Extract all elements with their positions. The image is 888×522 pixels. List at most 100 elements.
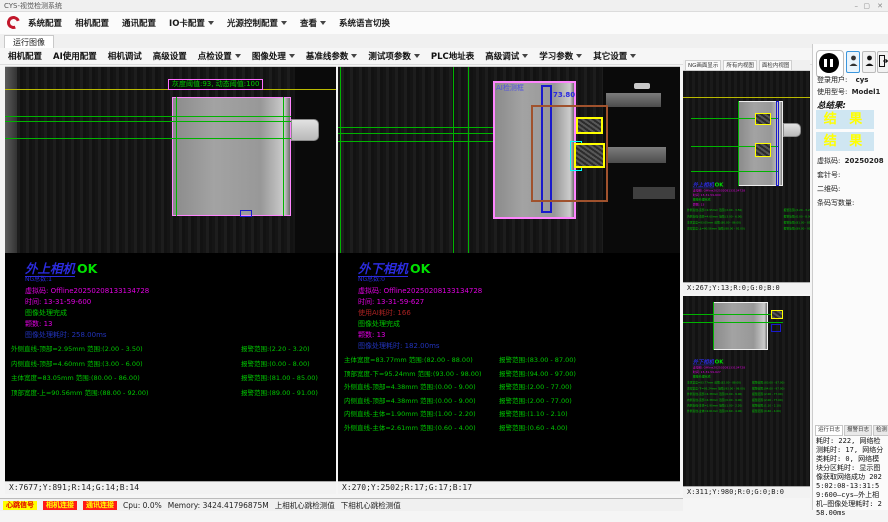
- lower-camera-image: AI检测框 73.80: [338, 66, 680, 253]
- elapsed-line: 图像处理耗时: 258.00ms: [25, 332, 333, 339]
- ai-detect-box: [755, 143, 771, 157]
- time-line: 时间: 13-31-59-627: [358, 299, 666, 306]
- measure-line: [468, 67, 469, 253]
- thumbnail-upper-camera[interactable]: 外上相机OK 虚拟码: Offline20250208133134728 时间:…: [683, 71, 810, 282]
- menu-view[interactable]: 查看: [300, 17, 326, 29]
- title-bar: CYS-视觉检测系统 – ▢ ✕: [0, 0, 888, 12]
- menu-bar: 系统配置 相机配置 通讯配置 IO卡配置 光源控制配置 查看 系统语言切换: [0, 12, 888, 35]
- menu-system-config[interactable]: 系统配置: [28, 17, 62, 29]
- exit-door-icon: [879, 55, 888, 67]
- close-icon[interactable]: ✕: [877, 0, 883, 12]
- model-value: Model1: [852, 88, 881, 96]
- operator-login-button[interactable]: [846, 51, 860, 73]
- process-done-line: 图像处理完成: [358, 321, 666, 328]
- login-user-value: cys: [856, 76, 869, 84]
- tool-test-params[interactable]: 测试项参数: [368, 50, 420, 62]
- thumb-tab-all-views[interactable]: 所有内视图: [723, 60, 757, 70]
- upper-heartbeat-check: 上相机心跳检测值: [275, 500, 335, 511]
- thumb-result-mini: 外上相机OK 虚拟码: Offline20250208133134728 时间:…: [687, 181, 810, 234]
- thumb-result-mini: 外下相机OK 虚拟码: Offline20250208133134728 时间:…: [687, 358, 810, 416]
- thumb-tab-ng-display[interactable]: NG画面显示: [685, 60, 721, 70]
- measurement-row: 主体宽度=83.77mm 范围:(82.00 - 88.00)报警范围:(83.…: [344, 357, 666, 371]
- upper-camera-view[interactable]: 灰度阈值:93, 动态阈值:100 外上相机OK NG总数:1 虚拟码: Off…: [5, 66, 336, 481]
- ok-status-label: OK: [410, 261, 430, 276]
- minimize-icon[interactable]: –: [855, 0, 859, 12]
- chevron-down-icon: [289, 54, 295, 58]
- thumb-tab-inspect-views[interactable]: 面检内视图: [759, 60, 793, 70]
- maximize-icon[interactable]: ▢: [863, 0, 870, 12]
- tool-advanced-debug[interactable]: 高级调试: [485, 50, 528, 62]
- login-user-row: 登录用户: cys: [817, 75, 868, 85]
- camera-link-badge: 相机连接: [43, 501, 77, 510]
- machine-dark-zone: [295, 67, 336, 253]
- log-tab-alarm[interactable]: 报警日志: [844, 425, 872, 436]
- ai-time-line: 使用AI耗时: 166: [358, 310, 666, 317]
- result-box-upper: 结 果: [816, 110, 874, 129]
- virtual-code-row: 虚拟码: 20250208: [817, 156, 884, 166]
- blue-measure-value: 73.80: [553, 91, 575, 99]
- admin-login-button[interactable]: [862, 51, 876, 73]
- chevron-down-icon: [281, 21, 287, 25]
- tool-ai-config[interactable]: AI使用配置: [53, 50, 97, 62]
- chevron-down-icon: [522, 54, 528, 58]
- camera-name-label: 外上相机: [25, 261, 75, 277]
- exit-button[interactable]: [877, 51, 888, 73]
- ai-box-label: AI检测框: [496, 84, 524, 92]
- chevron-down-icon: [576, 54, 582, 58]
- tool-camera-config[interactable]: 相机配置: [8, 50, 42, 62]
- write-count-label: 条码写数量:: [817, 198, 854, 208]
- tab-run-image[interactable]: 运行图像: [4, 35, 54, 49]
- ai-detect-box: [576, 117, 603, 134]
- ng-count-label: NG总数:0: [358, 276, 666, 284]
- measurement-row: 外侧直线-主体=2.61mm 范围:(0.60 - 4.00)报警范围:(0.6…: [344, 425, 666, 439]
- user-icon: [849, 55, 858, 67]
- threshold-overlay-label: 灰度阈值:93, 动态阈值:100: [168, 79, 263, 90]
- tool-baseline-params[interactable]: 基准线参数: [306, 50, 358, 62]
- menu-io-config[interactable]: IO卡配置: [169, 17, 214, 29]
- menu-light-config[interactable]: 光源控制配置: [227, 17, 287, 29]
- upper-camera-image: 灰度阈值:93, 动态阈值:100: [5, 66, 336, 253]
- measure-line: [338, 141, 498, 142]
- log-tab-inspect[interactable]: 检测日志: [873, 425, 888, 436]
- menu-camera-config[interactable]: 相机配置: [75, 17, 109, 29]
- camera-name-label: 外下相机: [358, 261, 408, 277]
- app-logo-icon: [5, 14, 22, 31]
- connector-pin: [291, 119, 319, 141]
- log-tab-run[interactable]: 运行日志: [815, 425, 843, 436]
- inspected-part: [713, 302, 768, 350]
- ok-status-label: OK: [77, 261, 97, 276]
- measure-line: [683, 314, 783, 315]
- virtual-code-value: 20250208: [845, 157, 884, 165]
- log-text[interactable]: 耗时: 222, 网络检测耗时: 17, 网络分类耗时: 0, 网络模块分区耗时…: [816, 437, 886, 518]
- tool-camera-debug[interactable]: 相机调试: [108, 50, 142, 62]
- measurement-row: 内侧直线-主体=1.90mm 范围:(1.00 - 2.20)报警范围:(1.1…: [344, 411, 666, 425]
- memory-usage: Memory: 3424.41796875M: [168, 501, 269, 510]
- tool-other-settings[interactable]: 其它设置: [593, 50, 636, 62]
- thumbnail-tab-strip: NG画面显示 所有内视图 面检内视图: [683, 60, 810, 71]
- qr-code-label: 二维码:: [817, 184, 840, 194]
- measure-line: [713, 302, 714, 350]
- virtual-code-line: 虚拟码: Offline20250208133134728: [25, 288, 333, 295]
- app-window: CYS-视觉检测系统 – ▢ ✕ 系统配置 相机配置 通讯配置 IO卡配置 光源…: [0, 0, 888, 522]
- menu-language-switch[interactable]: 系统语言切换: [339, 17, 390, 29]
- pause-button[interactable]: [816, 50, 844, 78]
- cpu-usage: Cpu: 0.0%: [123, 501, 162, 510]
- chevron-down-icon: [208, 21, 214, 25]
- menu-comm-config[interactable]: 通讯配置: [122, 17, 156, 29]
- needle-number-label: 套针号:: [817, 170, 840, 180]
- tool-plc-table[interactable]: PLC地址表: [431, 50, 474, 62]
- measure-line: [453, 67, 454, 253]
- machine-bar: [606, 93, 661, 107]
- elapsed-line: 图像处理耗时: 182.00ms: [358, 343, 666, 350]
- tool-image-process[interactable]: 图像处理: [252, 50, 295, 62]
- pixel-readout-upper: X:7677;Y:891;R:14;G:14;B:14: [5, 481, 336, 494]
- tool-learning-params[interactable]: 学习参数: [539, 50, 582, 62]
- ai-detect-box: [771, 310, 783, 319]
- tool-advanced-settings[interactable]: 高级设置: [153, 50, 187, 62]
- lower-camera-view[interactable]: AI检测框 73.80 外下相机OK NG总数:0 虚拟码: Offline20…: [338, 66, 680, 481]
- thumbnail-lower-camera[interactable]: 外下相机OK 虚拟码: Offline20250208133134728 时间:…: [683, 296, 810, 486]
- measure-line: [5, 116, 291, 117]
- virtual-code-line: 虚拟码: Offline20250208133134728: [358, 288, 666, 295]
- tool-spot-check[interactable]: 点检设置: [198, 50, 241, 62]
- roi-box-blue: [771, 324, 781, 332]
